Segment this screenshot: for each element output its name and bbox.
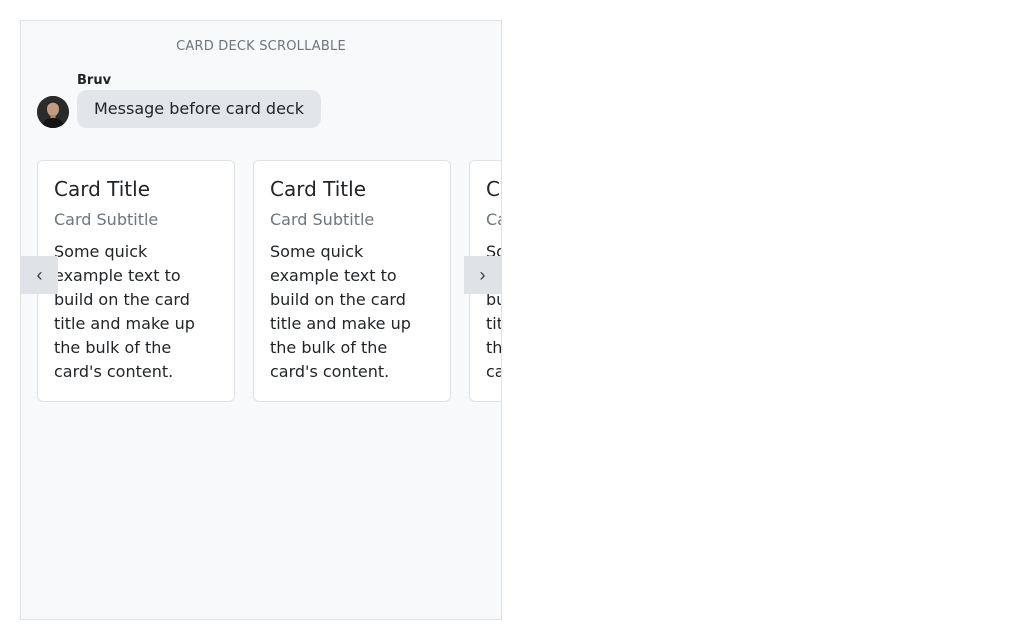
- card: Card Title Card Subtitle Some quick exam…: [253, 160, 451, 402]
- card: Card Title Card Subtitle Some quick exam…: [37, 160, 235, 402]
- avatar: [37, 96, 69, 128]
- card-title: Card Title: [54, 177, 151, 201]
- scroll-left-button[interactable]: ‹: [21, 256, 58, 294]
- card-text: Some quick example text to build on the …: [54, 242, 195, 381]
- card-subtitle: Card Subtitle: [486, 210, 501, 229]
- chevron-left-icon: ‹: [36, 265, 43, 285]
- chat-panel: CARD DECK SCROLLABLE Bruv Message before…: [20, 20, 502, 620]
- message-bubble: Message before card deck: [77, 90, 321, 128]
- card-title: Card Title: [486, 177, 501, 201]
- scroll-right-button[interactable]: ›: [464, 256, 501, 294]
- chevron-right-icon: ›: [479, 265, 486, 285]
- panel-title: CARD DECK SCROLLABLE: [176, 39, 346, 54]
- card-deck[interactable]: Card Title Card Subtitle Some quick exam…: [37, 160, 501, 406]
- card-subtitle: Card Subtitle: [270, 210, 375, 229]
- card-subtitle: Card Subtitle: [54, 210, 159, 229]
- card-text: Some quick example text to build on the …: [270, 242, 411, 381]
- sender-name: Bruv: [77, 73, 112, 88]
- card-title: Card Title: [270, 177, 367, 201]
